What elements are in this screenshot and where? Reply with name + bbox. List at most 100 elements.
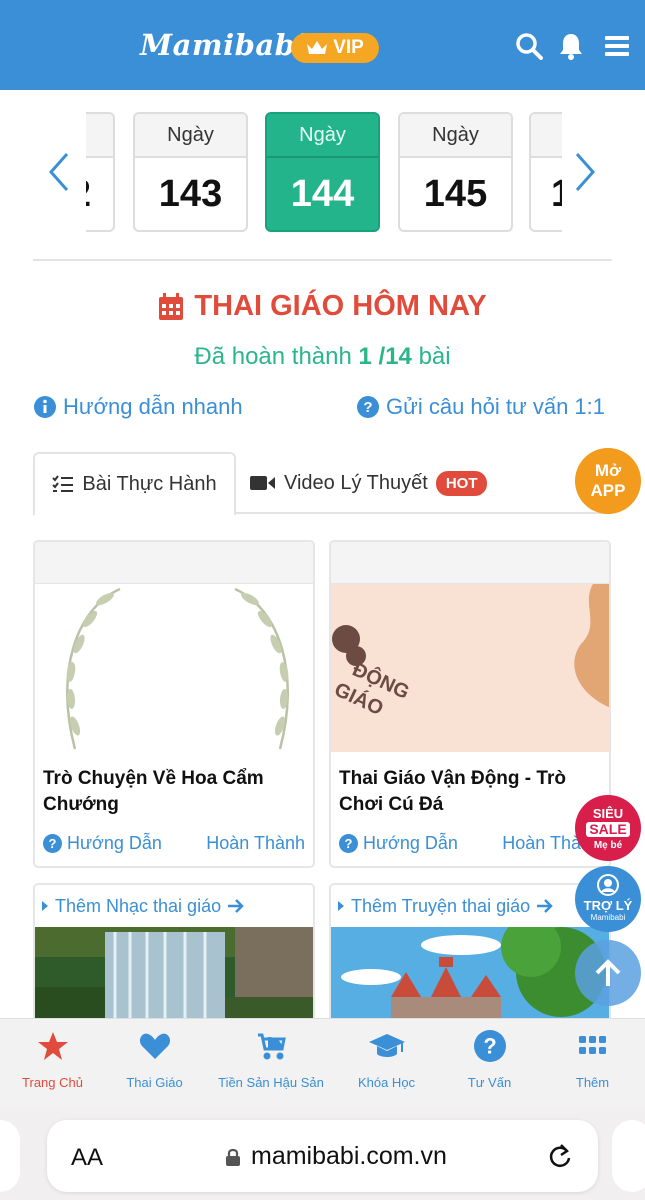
- prev-day-button[interactable]: [44, 150, 74, 194]
- prev-tab-pill[interactable]: [0, 1120, 20, 1192]
- lock-icon: [226, 1148, 240, 1166]
- day-card[interactable]: 2: [86, 112, 115, 232]
- day-card[interactable]: Ngày 145: [398, 112, 513, 232]
- bottom-nav: Trang Chủ Thai Giáo Tiền Sản Hậu Sản Khó…: [0, 1018, 645, 1108]
- nav-courses-label: Khóa Học: [357, 1075, 416, 1090]
- card-guide-label: Hướng Dẫn: [67, 833, 162, 853]
- card-footer: ? Hướng Dẫn Hoàn Thành: [339, 833, 601, 854]
- card-title: Trò Chuyện Về Hoa Cẩm Chướng: [43, 768, 264, 815]
- nav-consulting[interactable]: ? Tư Vấn: [436, 1019, 543, 1109]
- video-camera-icon: [250, 476, 275, 490]
- progress-prefix: Đã hoàn thành: [194, 343, 352, 370]
- tab-video[interactable]: Video Lý Thuyết HOT: [250, 452, 488, 514]
- more-music-label: Thêm Nhạc thai giáo: [55, 895, 222, 916]
- nav-consulting-label: Tư Vấn: [467, 1075, 512, 1090]
- lesson-card[interactable]: ĐỘNG GIÁO Thai Giáo Vận Động - Trò Chơi …: [329, 540, 611, 868]
- url-text: mamibabi.com.vn: [251, 1142, 447, 1170]
- day-card-active[interactable]: Ngày 144: [265, 112, 380, 232]
- tab-practice[interactable]: Bài Thực Hành: [33, 452, 236, 516]
- nav-home-label: Trang Chủ: [22, 1075, 83, 1090]
- ask-question-link[interactable]: ? Gửi câu hỏi tư vấn 1:1: [357, 394, 605, 420]
- quick-guide-link[interactable]: Hướng dẫn nhanh: [34, 394, 243, 420]
- reload-icon[interactable]: [547, 1142, 573, 1175]
- stroller-icon: [258, 1033, 286, 1060]
- crown-icon: [307, 41, 328, 54]
- card-complete-button[interactable]: Hoàn Thành: [206, 833, 305, 854]
- checklist-icon: [52, 475, 74, 492]
- nav-pregnancy-education-label: Thai Giáo: [126, 1075, 183, 1090]
- url-display[interactable]: mamibabi.com.vn: [225, 1142, 447, 1171]
- card-guide-link[interactable]: ? Hướng Dẫn: [43, 833, 162, 854]
- svg-text:?: ?: [345, 836, 353, 851]
- browser-toolbar: AA mamibabi.com.vn: [0, 1108, 645, 1200]
- caret-right-icon: [42, 901, 48, 911]
- star-icon: [37, 1032, 68, 1060]
- quick-guide-label: Hướng dẫn nhanh: [63, 394, 243, 419]
- address-bar[interactable]: AA mamibabi.com.vn: [47, 1120, 598, 1192]
- open-app-line2: APP: [590, 481, 626, 500]
- nav-more-label: Thêm: [575, 1075, 610, 1090]
- day-label: [531, 114, 562, 158]
- nav-home[interactable]: Trang Chủ: [0, 1019, 106, 1109]
- question-icon: ?: [43, 834, 62, 853]
- progress-value: 1 /14: [358, 343, 412, 370]
- menu-icon[interactable]: [601, 30, 633, 62]
- open-app-line1: Mở: [594, 461, 622, 480]
- nav-more[interactable]: Thêm: [539, 1019, 645, 1109]
- more-stories-link[interactable]: Thêm Truyện thai giáo: [331, 885, 609, 927]
- lesson-card[interactable]: Trò Chuyện Về Hoa Cẩm Chướng ? Hướng Dẫn…: [33, 540, 315, 868]
- next-tab-pill[interactable]: [612, 1120, 645, 1192]
- arrow-right-icon: [537, 899, 553, 913]
- card-guide-link[interactable]: ? Hướng Dẫn: [339, 833, 458, 854]
- caret-right-icon: [338, 901, 344, 911]
- svg-text:?: ?: [483, 1033, 496, 1058]
- vip-label: VIP: [333, 37, 364, 58]
- day-card[interactable]: 1: [529, 112, 562, 232]
- nav-prenatal-postnatal[interactable]: Tiền Sản Hậu Sản: [217, 1019, 325, 1109]
- arrow-right-icon: [228, 899, 244, 913]
- day-strip: 2 Ngày 143 Ngày 144 Ngày 145 1: [86, 112, 562, 232]
- nav-pregnancy-education[interactable]: Thai Giáo: [101, 1019, 208, 1109]
- card-image: [35, 584, 313, 752]
- logo[interactable]: Mamibabi: [140, 28, 307, 62]
- day-number: 1: [531, 158, 562, 230]
- waterfall-image: [35, 927, 313, 1021]
- day-number: 144: [290, 172, 355, 215]
- question-icon: ?: [357, 396, 379, 418]
- card-header: [331, 542, 609, 584]
- nav-courses[interactable]: Khóa Học: [333, 1019, 440, 1109]
- vip-badge[interactable]: VIP: [291, 33, 379, 63]
- ask-question-label: Gửi câu hỏi tư vấn 1:1: [386, 394, 606, 419]
- tab-practice-label: Bài Thực Hành: [82, 472, 217, 495]
- day-number: 2: [86, 158, 113, 230]
- sale-mid-text: SALE: [586, 822, 630, 837]
- section-title-text: THAI GIÁO HÔM NAY: [194, 290, 487, 322]
- sale-top-text: SIÊU: [592, 806, 624, 821]
- progress-suffix: bài: [418, 343, 451, 370]
- calendar-icon: [159, 292, 184, 320]
- day-label: Ngày: [267, 114, 378, 158]
- next-day-button[interactable]: [570, 150, 600, 194]
- progress-text: Đã hoàn thành 1 /14 bài: [0, 343, 645, 371]
- text-size-button[interactable]: AA: [71, 1144, 103, 1172]
- assistant-button[interactable]: TRỢ LÝ Mamibabi: [575, 866, 641, 932]
- more-music-link[interactable]: Thêm Nhạc thai giáo: [35, 885, 313, 927]
- assistant-sub-label: Mamibabi: [590, 913, 626, 922]
- svg-text:?: ?: [49, 836, 57, 851]
- search-icon[interactable]: [513, 30, 545, 62]
- super-sale-button[interactable]: SIÊU SALE Mẹ bé: [575, 795, 641, 861]
- day-label: Ngày: [135, 114, 246, 158]
- more-music-card[interactable]: Thêm Nhạc thai giáo: [33, 883, 315, 1023]
- castle-image: [331, 927, 609, 1021]
- grid-icon: [578, 1036, 606, 1054]
- card-footer: ? Hướng Dẫn Hoàn Thành: [43, 833, 305, 854]
- bell-icon[interactable]: [555, 30, 587, 62]
- day-card[interactable]: Ngày 143: [133, 112, 248, 232]
- heart-icon: [139, 1033, 170, 1059]
- section-title: THAI GIÁO HÔM NAY: [0, 290, 645, 323]
- open-app-button[interactable]: Mở APP: [575, 448, 641, 514]
- more-stories-card[interactable]: Thêm Truyện thai giáo: [329, 883, 611, 1023]
- sale-bottom-text: Mẹ bé: [593, 840, 623, 851]
- arrow-up-icon: [595, 959, 621, 986]
- scroll-top-button[interactable]: [575, 940, 641, 1006]
